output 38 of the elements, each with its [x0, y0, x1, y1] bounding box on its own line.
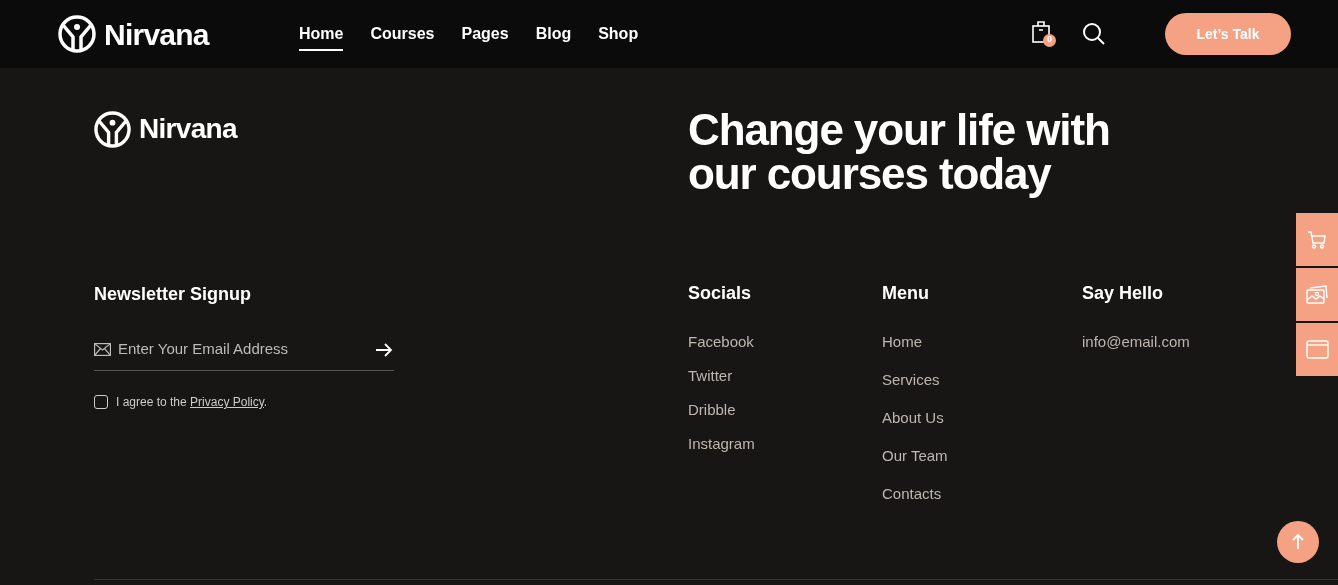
- nav-link[interactable]: Pages: [461, 17, 509, 51]
- logo-icon: [58, 15, 96, 53]
- footer-link[interactable]: Services: [882, 369, 1082, 390]
- column-title: Socials: [688, 282, 753, 305]
- email-input[interactable]: Enter Your Email Address: [118, 338, 375, 361]
- headline: Change your life with our courses today: [688, 108, 1111, 196]
- footer-link[interactable]: Dribble: [688, 399, 882, 420]
- agree-text: I agree to the Privacy Policy.: [116, 394, 268, 411]
- footer-link[interactable]: Our Team: [882, 445, 1082, 466]
- agree-checkbox[interactable]: [94, 395, 108, 409]
- nav-link[interactable]: Home: [299, 17, 344, 51]
- nav-link[interactable]: Blog: [535, 17, 572, 51]
- cart-count-badge: 0: [1043, 33, 1056, 47]
- footer-link[interactable]: info@email.com: [1082, 331, 1282, 352]
- footer-link[interactable]: Facebook: [688, 331, 882, 352]
- privacy-policy-link[interactable]: Privacy Policy: [190, 395, 264, 409]
- nav-link[interactable]: Shop: [598, 17, 639, 51]
- arrow-up-icon: [1292, 534, 1304, 550]
- logo-text: Nirvana: [104, 16, 209, 53]
- column-title: Say Hello: [1082, 282, 1165, 305]
- envelope-icon: [94, 343, 111, 356]
- column-title: Menu: [882, 282, 930, 305]
- cart-icon: [1307, 230, 1327, 249]
- search-icon[interactable]: [1082, 22, 1106, 46]
- logo-text: Nirvana: [139, 112, 237, 146]
- newsletter-title: Newsletter Signup: [94, 283, 253, 306]
- footer-link[interactable]: Contacts: [882, 483, 1082, 504]
- footer-link[interactable]: About Us: [882, 407, 1082, 428]
- nav-link[interactable]: Courses: [370, 17, 435, 51]
- arrow-right-icon[interactable]: [375, 342, 393, 357]
- footer-link[interactable]: Twitter: [688, 365, 882, 386]
- scroll-to-top-button[interactable]: [1277, 521, 1319, 563]
- shopping-bag-icon: [1031, 19, 1051, 44]
- footer-link[interactable]: Instagram: [688, 433, 882, 454]
- browser-window-icon: [1305, 340, 1329, 359]
- logo-icon: [94, 110, 131, 148]
- footer-link[interactable]: Home: [882, 331, 1082, 352]
- image-icon: [1306, 285, 1328, 304]
